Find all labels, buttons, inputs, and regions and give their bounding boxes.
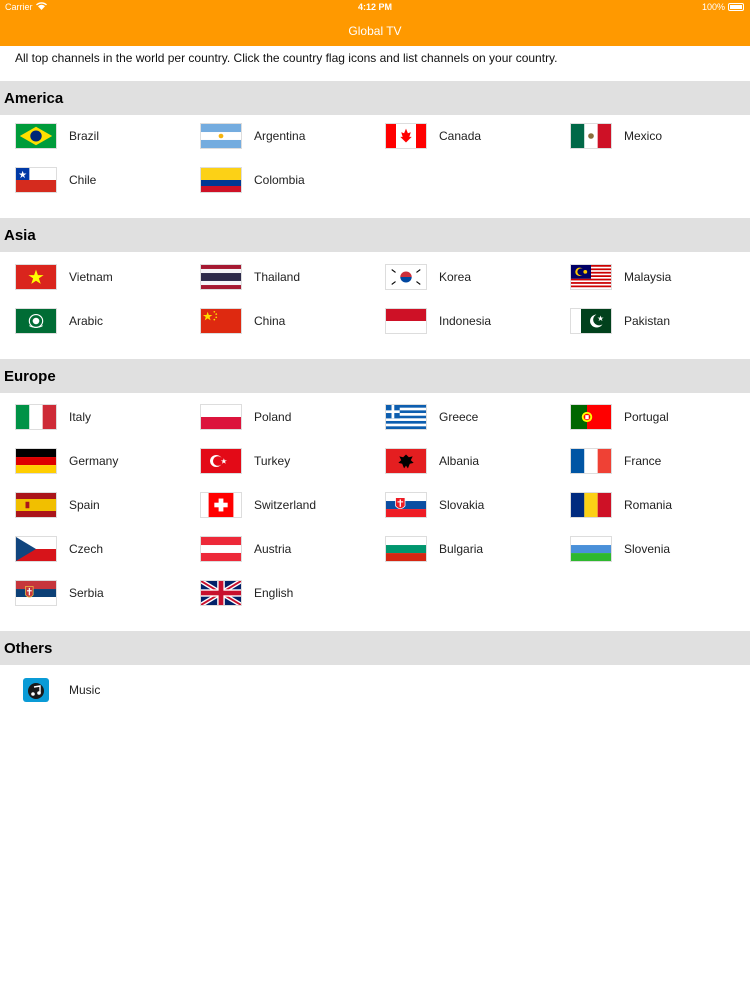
albania-flag (385, 448, 427, 474)
country-item-canada[interactable]: Canada (385, 121, 570, 151)
portugal-flag (570, 404, 612, 430)
turkey-flag (200, 448, 242, 474)
country-item-music[interactable]: Music (15, 675, 200, 705)
intro-text: All top channels in the world per countr… (15, 51, 558, 65)
section-header-europe: Europe (0, 359, 750, 393)
greece-flag (385, 404, 427, 430)
korea-flag (385, 264, 427, 290)
country-item-turkey[interactable]: Turkey (200, 446, 385, 476)
mexico-flag (570, 123, 612, 149)
country-item-czech[interactable]: Czech (15, 534, 200, 564)
slovenia-flag (570, 536, 612, 562)
country-item-serbia[interactable]: Serbia (15, 578, 200, 608)
arabic-flag (15, 308, 57, 334)
country-item-germany[interactable]: Germany (15, 446, 200, 476)
country-item-switzerland[interactable]: Switzerland (200, 490, 385, 520)
country-item-poland[interactable]: Poland (200, 402, 385, 432)
argentina-flag (200, 123, 242, 149)
music-icon (15, 677, 57, 703)
country-item-slovakia[interactable]: Slovakia (385, 490, 570, 520)
country-item-china[interactable]: China (200, 306, 385, 336)
country-item-spain[interactable]: Spain (15, 490, 200, 520)
status-bar: Carrier 4:12 PM 100% (0, 0, 750, 16)
country-item-thailand[interactable]: Thailand (200, 262, 385, 292)
colombia-flag (200, 167, 242, 193)
country-item-colombia[interactable]: Colombia (200, 165, 385, 195)
country-item-chile[interactable]: Chile (15, 165, 200, 195)
country-item-indonesia[interactable]: Indonesia (385, 306, 570, 336)
status-time: 4:12 PM (357, 2, 392, 12)
country-item-argentina[interactable]: Argentina (200, 121, 385, 151)
country-item-albania[interactable]: Albania (385, 446, 570, 476)
austria-flag (200, 536, 242, 562)
romania-flag (570, 492, 612, 518)
country-item-english[interactable]: English (200, 578, 385, 608)
country-item-malaysia[interactable]: Malaysia (570, 262, 750, 292)
country-item-italy[interactable]: Italy (15, 402, 200, 432)
country-item-vietnam[interactable]: Vietnam (15, 262, 200, 292)
country-item-greece[interactable]: Greece (385, 402, 570, 432)
china-flag (200, 308, 242, 334)
uk-flag (200, 580, 242, 606)
thailand-flag (200, 264, 242, 290)
bulgaria-flag (385, 536, 427, 562)
czech-flag (15, 536, 57, 562)
section-header-america: America (0, 81, 750, 115)
italy-flag (15, 404, 57, 430)
france-flag (570, 448, 612, 474)
switzerland-flag (200, 492, 242, 518)
country-item-austria[interactable]: Austria (200, 534, 385, 564)
country-item-mexico[interactable]: Mexico (570, 121, 750, 151)
indonesia-flag (385, 308, 427, 334)
country-item-arabic[interactable]: Arabic (15, 306, 200, 336)
country-item-brazil[interactable]: Brazil (15, 121, 200, 151)
country-item-portugal[interactable]: Portugal (570, 402, 750, 432)
country-item-romania[interactable]: Romania (570, 490, 750, 520)
country-item-bulgaria[interactable]: Bulgaria (385, 534, 570, 564)
brazil-flag (15, 123, 57, 149)
section-header-others: Others (0, 631, 750, 665)
country-item-france[interactable]: France (570, 446, 750, 476)
pakistan-flag (570, 308, 612, 334)
serbia-flag (15, 580, 57, 606)
germany-flag (15, 448, 57, 474)
poland-flag (200, 404, 242, 430)
battery-icon (728, 3, 744, 11)
slovakia-flag (385, 492, 427, 518)
malaysia-flag (570, 264, 612, 290)
country-item-korea[interactable]: Korea (385, 262, 570, 292)
battery-percent: 100% (701, 2, 725, 12)
canada-flag (385, 123, 427, 149)
section-header-asia: Asia (0, 218, 750, 252)
app-title: Global TV (348, 24, 402, 38)
vietnam-flag (15, 264, 57, 290)
spain-flag (15, 492, 57, 518)
chile-flag (15, 167, 57, 193)
country-item-pakistan[interactable]: Pakistan (570, 306, 750, 336)
app-header: Carrier 4:12 PM 100% Global TV (0, 0, 750, 46)
country-item-slovenia[interactable]: Slovenia (570, 534, 750, 564)
